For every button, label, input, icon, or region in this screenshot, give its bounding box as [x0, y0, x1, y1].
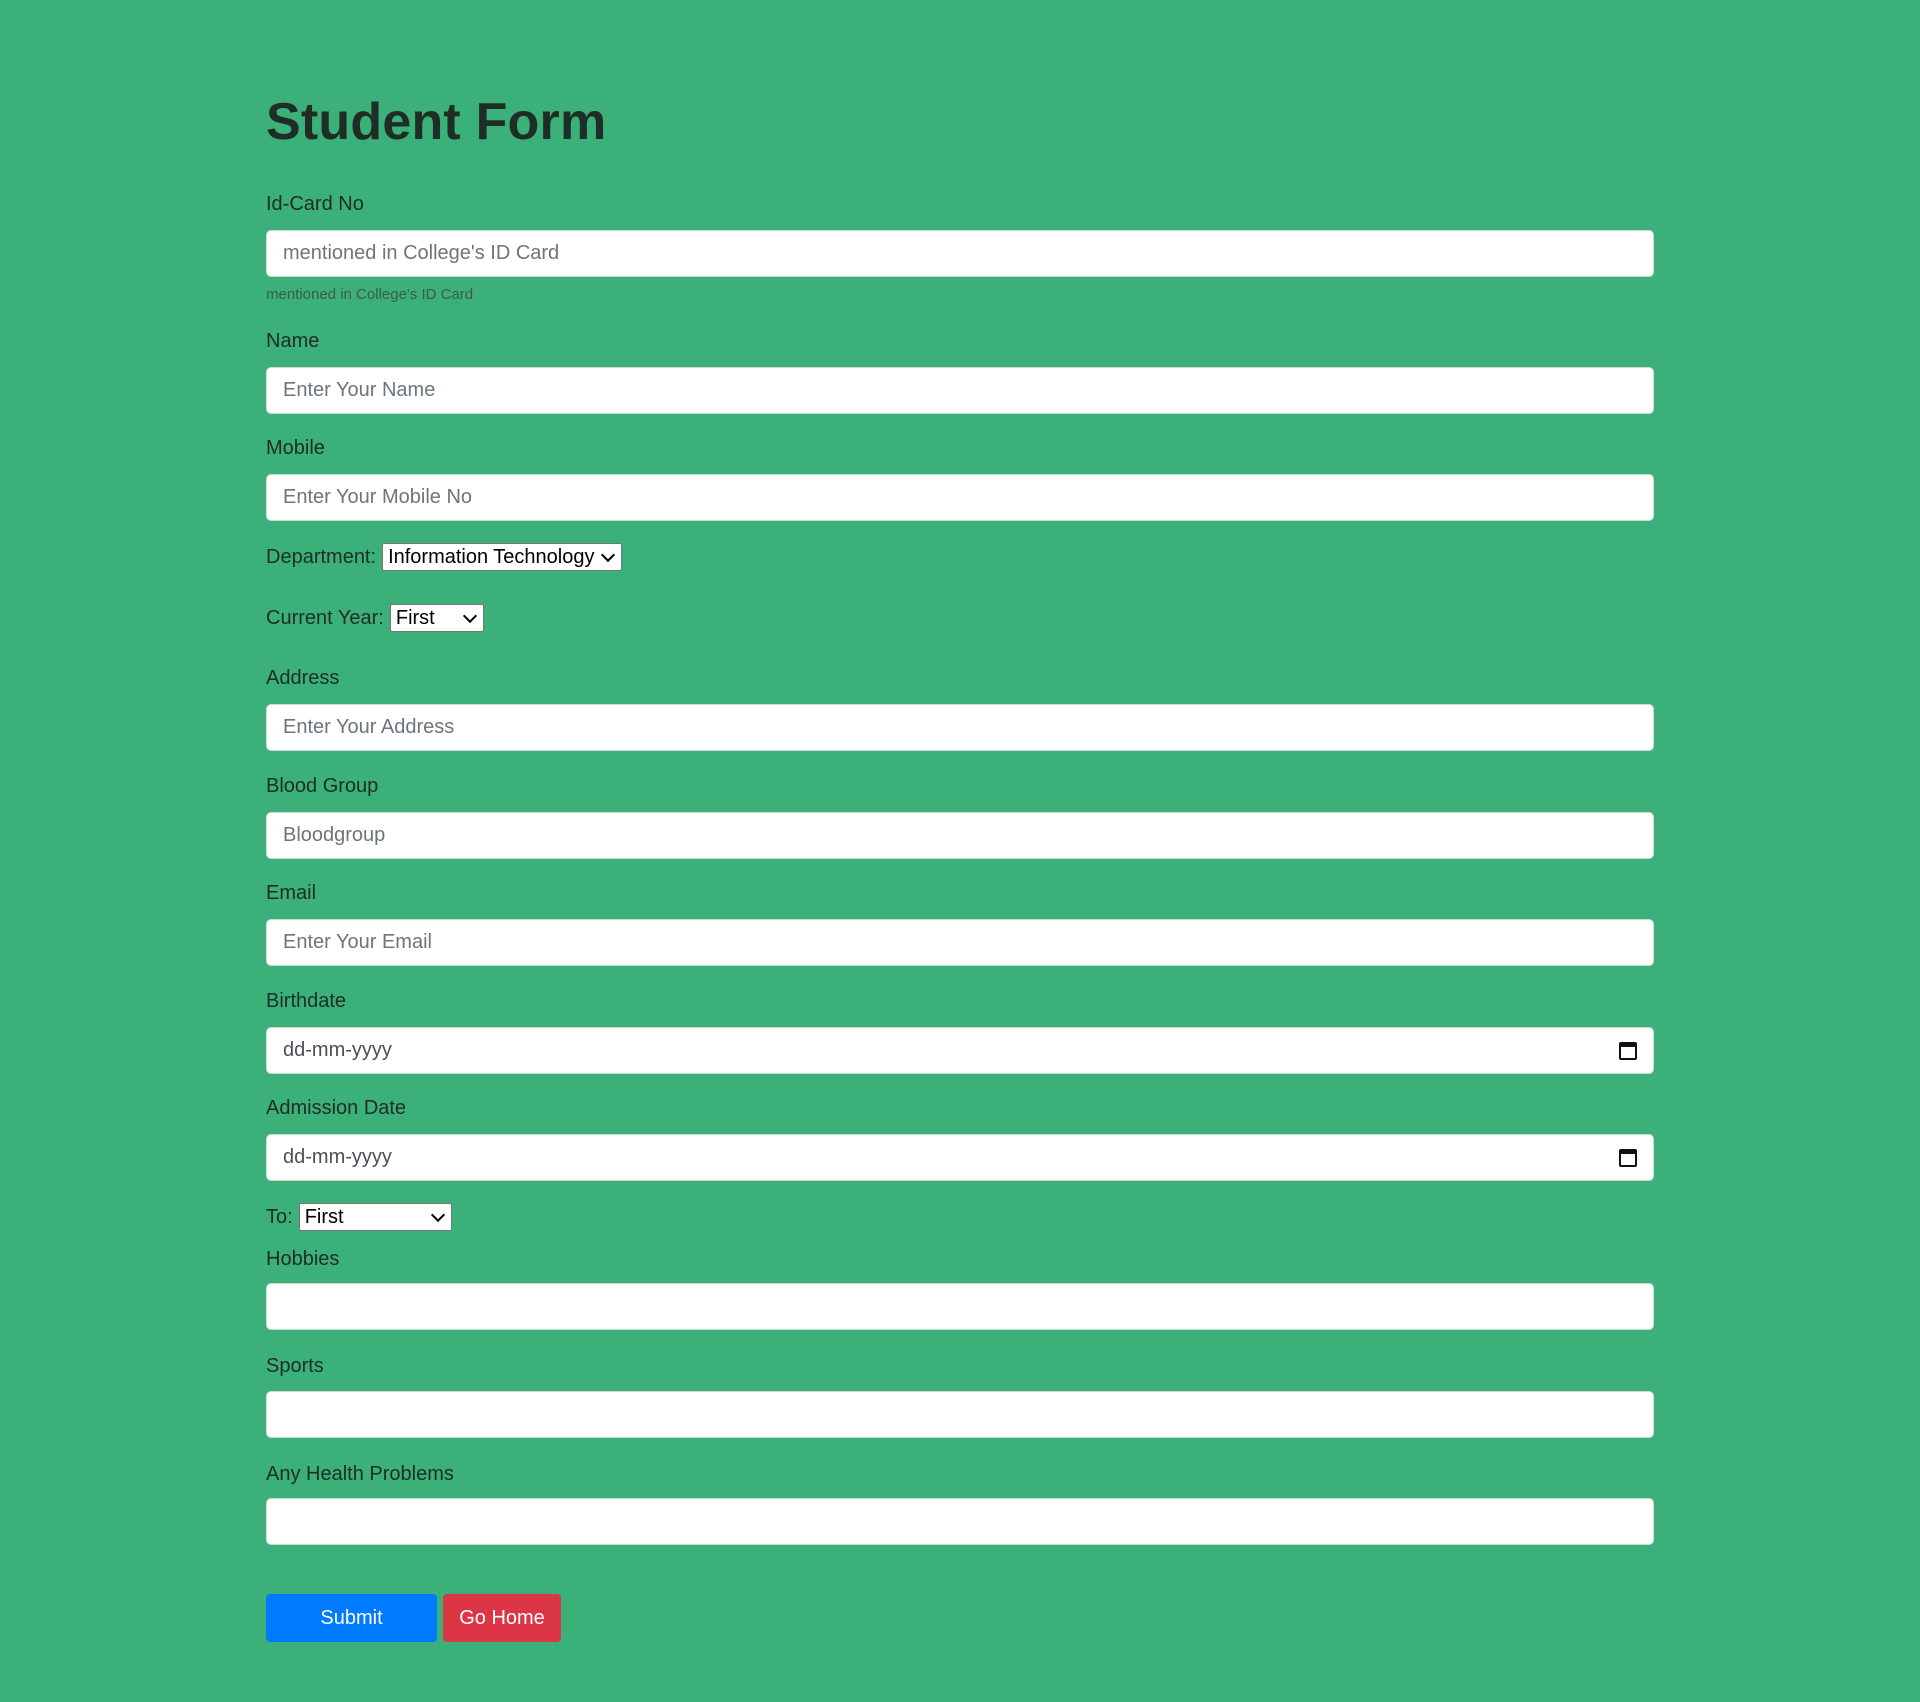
to-selected: First	[304, 1205, 344, 1228]
chevron-down-icon	[462, 608, 477, 623]
id-card-placeholder: mentioned in College's ID Card	[283, 242, 560, 264]
email-label: Email	[266, 882, 317, 904]
address-label: Address	[266, 667, 340, 689]
current-year-select[interactable]: First	[389, 604, 484, 632]
name-label: Name	[266, 330, 320, 352]
department-select[interactable]: Information Technology	[382, 543, 623, 571]
blood-group-placeholder: Bloodgroup	[283, 824, 386, 846]
chevron-down-icon	[600, 547, 616, 562]
address-placeholder: Enter Your Address	[283, 716, 455, 738]
department-label: Department:	[266, 545, 377, 568]
admission-date-placeholder: dd-mm-yyyy	[283, 1146, 392, 1168]
id-card-help-text: mentioned in College's ID Card	[266, 286, 474, 303]
go-home-button[interactable]: Go Home	[443, 1594, 561, 1642]
current-year-selected: First	[395, 606, 435, 629]
current-year-label: Current Year:	[266, 606, 384, 629]
to-label: To:	[266, 1205, 293, 1228]
id-card-label: Id-Card No	[266, 193, 364, 215]
birthdate-input[interactable]: dd-mm-yyyy	[266, 1027, 1654, 1074]
id-card-input[interactable]: mentioned in College's ID Card	[266, 230, 1654, 277]
department-selected: Information Technology	[388, 545, 595, 568]
mobile-input[interactable]: Enter Your Mobile No	[266, 474, 1654, 521]
submit-button[interactable]: Submit	[266, 1594, 437, 1642]
admission-date-label: Admission Date	[266, 1097, 407, 1119]
mobile-placeholder: Enter Your Mobile No	[283, 486, 473, 508]
to-row: To: First	[266, 1203, 452, 1231]
birthdate-placeholder: dd-mm-yyyy	[283, 1039, 392, 1061]
hobbies-label: Hobbies	[266, 1248, 340, 1270]
calendar-icon[interactable]	[1619, 1148, 1637, 1167]
calendar-icon[interactable]	[1619, 1041, 1637, 1060]
email-placeholder: Enter Your Email	[283, 931, 432, 953]
department-row: Department: Information Technology	[266, 543, 623, 571]
mobile-label: Mobile	[266, 437, 325, 459]
sports-label: Sports	[266, 1355, 324, 1377]
page-title: Student Form	[266, 93, 607, 151]
name-input[interactable]: Enter Your Name	[266, 367, 1654, 414]
blood-group-label: Blood Group	[266, 775, 379, 797]
admission-date-input[interactable]: dd-mm-yyyy	[266, 1134, 1654, 1181]
blood-group-input[interactable]: Bloodgroup	[266, 812, 1654, 859]
to-select[interactable]: First	[298, 1203, 452, 1231]
sports-input[interactable]	[266, 1391, 1654, 1438]
email-input[interactable]: Enter Your Email	[266, 919, 1654, 966]
name-placeholder: Enter Your Name	[283, 379, 436, 401]
health-problems-label: Any Health Problems	[266, 1463, 454, 1485]
current-year-row: Current Year: First	[266, 604, 484, 632]
health-problems-input[interactable]	[266, 1498, 1654, 1545]
address-input[interactable]: Enter Your Address	[266, 704, 1654, 751]
chevron-down-icon	[430, 1207, 445, 1222]
hobbies-input[interactable]	[266, 1283, 1654, 1330]
birthdate-label: Birthdate	[266, 990, 347, 1012]
